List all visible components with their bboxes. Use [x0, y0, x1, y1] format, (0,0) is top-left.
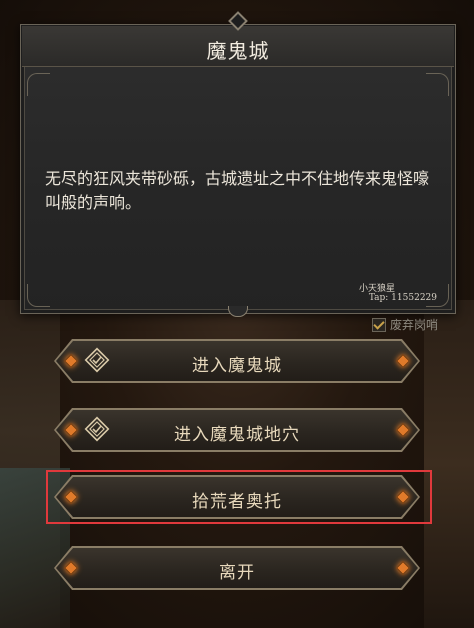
event-dialog: 魔鬼城 无尽的狂风夹带砂砾，古城遗址之中不住地传来鬼怪嚎叫般的声响。 小天狼星 …: [20, 24, 456, 314]
corner-ornament: [27, 284, 50, 307]
dialog-bottom-ornament: [228, 306, 248, 317]
selection-highlight: [46, 470, 432, 524]
button-label: 进入魔鬼城: [192, 356, 282, 376]
corner-ornament: [27, 73, 50, 96]
background-right-scenery: [424, 300, 474, 628]
corner-ornament: [426, 73, 449, 96]
dialog-title: 魔鬼城: [206, 39, 270, 63]
button-label: 离开: [219, 563, 255, 583]
enter-devil-city-crypt-button[interactable]: 进入魔鬼城地穴: [54, 408, 420, 452]
dialog-title-bar: 魔鬼城: [22, 26, 454, 67]
leave-button[interactable]: 离开: [54, 546, 420, 590]
dialog-description: 无尽的狂风夹带砂砾，古城遗址之中不住地传来鬼怪嚎叫般的声响。: [45, 169, 430, 212]
abandon-post-label: 废弃岗哨: [390, 318, 439, 332]
button-label: 进入魔鬼城地穴: [174, 425, 300, 445]
tap-id: Tap: 11552229: [368, 293, 437, 303]
game-scene: 魔鬼城 无尽的狂风夹带砂砾，古城遗址之中不住地传来鬼怪嚎叫般的声响。 小天狼星 …: [0, 0, 474, 628]
enter-devil-city-button[interactable]: 进入魔鬼城: [54, 339, 420, 383]
abandon-post-checkbox[interactable]: 废弃岗哨: [372, 316, 438, 333]
checkmark-icon[interactable]: [372, 317, 386, 332]
